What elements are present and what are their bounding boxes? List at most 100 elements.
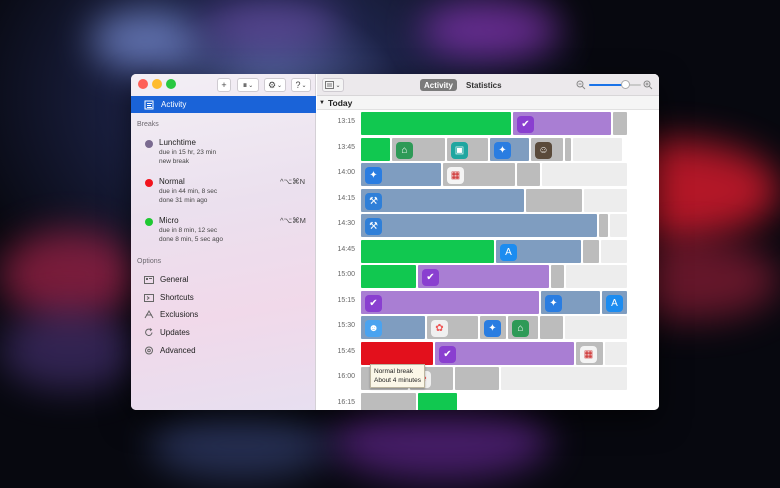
break-lunchtime[interactable]: Lunchtime due in 15 hr, 23 min new break: [145, 138, 313, 166]
activity-segment[interactable]: [361, 112, 511, 135]
activity-segment[interactable]: [361, 392, 416, 410]
pause-menu-button[interactable]: ⏸ ⌄: [237, 78, 259, 92]
activity-segment[interactable]: [551, 265, 564, 288]
activity-segment[interactable]: [361, 239, 494, 263]
activity-segment[interactable]: [542, 163, 627, 186]
activity-segment[interactable]: ✔: [435, 341, 574, 365]
sidebar-item-general[interactable]: General: [144, 275, 188, 284]
sidebar-item-shortcuts[interactable]: Shortcuts: [144, 293, 194, 302]
activity-icon: [144, 100, 154, 109]
close-window-button[interactable]: [138, 79, 148, 89]
general-icon: [144, 275, 154, 284]
activity-segment[interactable]: [566, 265, 627, 288]
help-icon: ?: [295, 80, 301, 90]
timeline-time-label: 13:45: [337, 143, 355, 151]
tooltip-detail: About 4 minutes: [374, 377, 421, 384]
activity-segment[interactable]: ✦: [490, 137, 529, 161]
tasks-icon: ✔: [517, 116, 534, 133]
sidebar-item-activity[interactable]: Activity: [131, 96, 316, 113]
chevron-down-icon: ⌄: [301, 82, 307, 89]
timeline-time-label: 13:15: [337, 118, 355, 125]
help-menu-button[interactable]: ? ⌄: [291, 78, 311, 92]
zoom-out-icon[interactable]: [576, 80, 586, 90]
settings-menu-button[interactable]: ⚙ ⌄: [264, 78, 286, 92]
activity-segment[interactable]: ▣: [447, 137, 488, 161]
activity-segment[interactable]: ✦: [541, 290, 600, 314]
activity-segment[interactable]: [517, 163, 540, 186]
activity-segment[interactable]: ⌂: [508, 316, 538, 339]
activity-segment[interactable]: ▦: [576, 341, 603, 365]
shortcuts-icon: [144, 293, 154, 302]
activity-segment[interactable]: ✦: [361, 163, 441, 186]
timeline-row: 15:15 ✔ ✦ A: [317, 290, 659, 316]
activity-segment[interactable]: ☺: [531, 137, 563, 161]
activity-segment[interactable]: [599, 214, 608, 237]
activity-segment[interactable]: [361, 137, 390, 161]
add-button[interactable]: +: [217, 78, 231, 92]
activity-segment[interactable]: [573, 137, 622, 161]
activity-segment[interactable]: [418, 392, 457, 410]
activity-segment[interactable]: ⚒: [361, 188, 524, 212]
timeline-time-label: 14:30: [337, 220, 355, 227]
timeline-row: 14:45 A: [317, 239, 659, 265]
timeline-time-label: 14:15: [337, 194, 355, 202]
timeline-row: 13:15 ✔: [317, 111, 659, 137]
activity-segment[interactable]: [601, 239, 627, 263]
activity-segment[interactable]: [584, 188, 627, 212]
sourcetree-icon: ⌂: [512, 320, 529, 337]
timeline-row: 16:00✿: [317, 366, 659, 392]
activity-segment[interactable]: ⌂: [392, 137, 445, 161]
tasks-icon: ✔: [422, 269, 439, 286]
activity-segment[interactable]: [455, 367, 499, 390]
safari-icon: ✦: [484, 320, 501, 337]
sidebar-item-label: Advanced: [160, 346, 196, 355]
activity-segment[interactable]: [610, 214, 627, 237]
activity-segment[interactable]: ✿: [427, 316, 478, 339]
sourcetree-icon: ⌂: [396, 141, 413, 159]
zoom-slider[interactable]: [589, 80, 641, 89]
timeline-row: 14:00 ✦ ▦: [317, 162, 659, 188]
sidebar-item-updates[interactable]: Updates: [144, 328, 190, 337]
activity-segment[interactable]: A: [602, 290, 627, 314]
activity-segment[interactable]: ✔: [361, 290, 539, 314]
activity-segment[interactable]: ✔: [513, 112, 611, 135]
activity-segment[interactable]: [540, 316, 563, 339]
tasks-icon: ✔: [439, 345, 456, 363]
activity-segment[interactable]: A: [496, 239, 581, 263]
activity-segment[interactable]: ✔: [418, 265, 549, 288]
activity-segment[interactable]: [526, 188, 582, 212]
options-heading: Options: [137, 258, 162, 265]
break-normal[interactable]: Normal ^⌥⌘N due in 44 min, 8 sec done 31…: [145, 177, 313, 205]
view-menu-button[interactable]: ⌄: [322, 78, 344, 92]
plus-icon: +: [221, 80, 227, 90]
day-header[interactable]: ▼ Today: [317, 96, 659, 110]
sidebar-item-exclusions[interactable]: Exclusions: [144, 310, 198, 319]
activity-segment[interactable]: ✦: [480, 316, 506, 339]
break-micro[interactable]: Micro ^⌥⌘M due in 8 min, 12 sec done 8 m…: [145, 216, 313, 244]
zoom-slider-knob[interactable]: [620, 80, 630, 89]
activity-segment[interactable]: [501, 367, 627, 390]
timeline-time-label: 15:00: [337, 271, 355, 278]
break-due: due in 44 min, 8 sec: [159, 188, 218, 195]
activity-segment[interactable]: ☻: [361, 316, 425, 339]
activity-segment[interactable]: [565, 137, 571, 161]
sidebar-item-advanced[interactable]: Advanced: [144, 346, 196, 355]
minimize-window-button[interactable]: [152, 79, 162, 89]
break-color-dot: [145, 179, 153, 187]
activity-segment[interactable]: [583, 239, 599, 263]
break-name: Micro: [159, 216, 179, 225]
zoom-window-button[interactable]: [166, 79, 176, 89]
activity-segment[interactable]: [565, 316, 627, 339]
break-name: Normal: [159, 177, 185, 186]
activity-segment[interactable]: ▦: [443, 163, 515, 186]
timeline-time-label: 14:00: [337, 169, 355, 176]
tab-activity[interactable]: Activity: [420, 79, 457, 91]
activity-segment[interactable]: [613, 112, 627, 135]
tab-statistics[interactable]: Statistics: [462, 79, 506, 91]
activity-segment[interactable]: [605, 341, 627, 365]
activity-segment[interactable]: [361, 265, 416, 288]
break-due: due in 8 min, 12 sec: [159, 227, 218, 234]
activity-segment[interactable]: ⚒: [361, 214, 597, 237]
zoom-in-icon[interactable]: [643, 80, 653, 90]
activity-segment[interactable]: [361, 341, 433, 365]
